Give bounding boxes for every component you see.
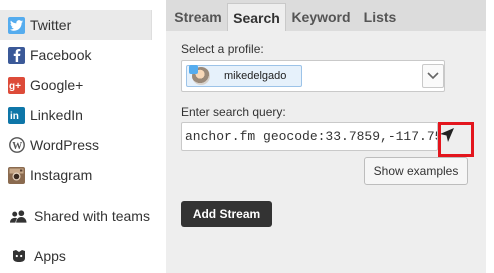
- profile-select[interactable]: mikedelgado: [181, 60, 445, 92]
- query-label: Enter search query:: [181, 105, 286, 119]
- tab-bar: Stream Search Keyword Lists: [166, 0, 486, 31]
- sidebar-item-linkedin[interactable]: in LinkedIn: [0, 100, 152, 130]
- linkedin-icon: in: [8, 106, 25, 124]
- apps-icon: [10, 248, 27, 265]
- highlight-annotation: [438, 122, 474, 157]
- search-query-value: anchor.fm geocode:33.7859,-117.7596,25km: [185, 129, 437, 144]
- sidebar-item-label: Twitter: [30, 17, 72, 33]
- svg-text:in: in: [10, 111, 19, 121]
- team-icon: [10, 208, 27, 225]
- show-examples-button[interactable]: Show examples: [364, 157, 468, 185]
- sidebar-item-label: LinkedIn: [30, 107, 83, 123]
- google-plus-icon: g+: [8, 76, 25, 94]
- add-stream-button[interactable]: Add Stream: [181, 201, 272, 227]
- selected-profile-name: mikedelgado: [224, 70, 287, 82]
- sidebar-item-label: Shared with teams: [34, 208, 150, 224]
- avatar: [189, 65, 210, 85]
- sidebar-item-wordpress[interactable]: W WordPress: [0, 130, 152, 160]
- svg-text:W: W: [12, 141, 22, 152]
- sidebar-item-label: Google+: [30, 77, 84, 93]
- svg-text:g+: g+: [9, 81, 21, 91]
- sidebar-item-label: Facebook: [30, 47, 92, 63]
- sidebar-item-apps[interactable]: Apps: [0, 241, 152, 271]
- search-query-input[interactable]: anchor.fm geocode:33.7859,-117.7596,25km: [181, 122, 438, 151]
- facebook-icon: [8, 46, 25, 64]
- profile-label: Select a profile:: [181, 42, 264, 56]
- selected-profile-chip[interactable]: mikedelgado: [186, 65, 302, 87]
- profile-dropdown-button[interactable]: [422, 64, 444, 88]
- twitter-badge-icon: [189, 65, 198, 74]
- sidebar: Twitter Facebook g+ Google+ in LinkedIn …: [0, 0, 152, 273]
- sidebar-item-facebook[interactable]: Facebook: [0, 40, 152, 70]
- instagram-icon: [8, 166, 25, 184]
- sidebar-item-twitter[interactable]: Twitter: [0, 10, 152, 40]
- tab-search[interactable]: Search: [227, 3, 286, 31]
- main-panel: Stream Search Keyword Lists Select a pro…: [166, 0, 486, 273]
- sidebar-item-label: Apps: [34, 248, 66, 264]
- sidebar-item-instagram[interactable]: Instagram: [0, 160, 152, 190]
- tab-lists[interactable]: Lists: [360, 3, 400, 31]
- tab-keyword[interactable]: Keyword: [288, 3, 354, 31]
- wordpress-icon: W: [8, 137, 25, 154]
- sidebar-item-label: Instagram: [30, 167, 93, 183]
- chevron-down-icon: [427, 67, 439, 85]
- sidebar-item-label: WordPress: [30, 137, 99, 153]
- twitter-icon: [8, 16, 25, 34]
- sidebar-item-shared-with-teams[interactable]: Shared with teams: [0, 201, 152, 231]
- tab-stream[interactable]: Stream: [170, 3, 226, 31]
- sidebar-item-google-plus[interactable]: g+ Google+: [0, 70, 152, 100]
